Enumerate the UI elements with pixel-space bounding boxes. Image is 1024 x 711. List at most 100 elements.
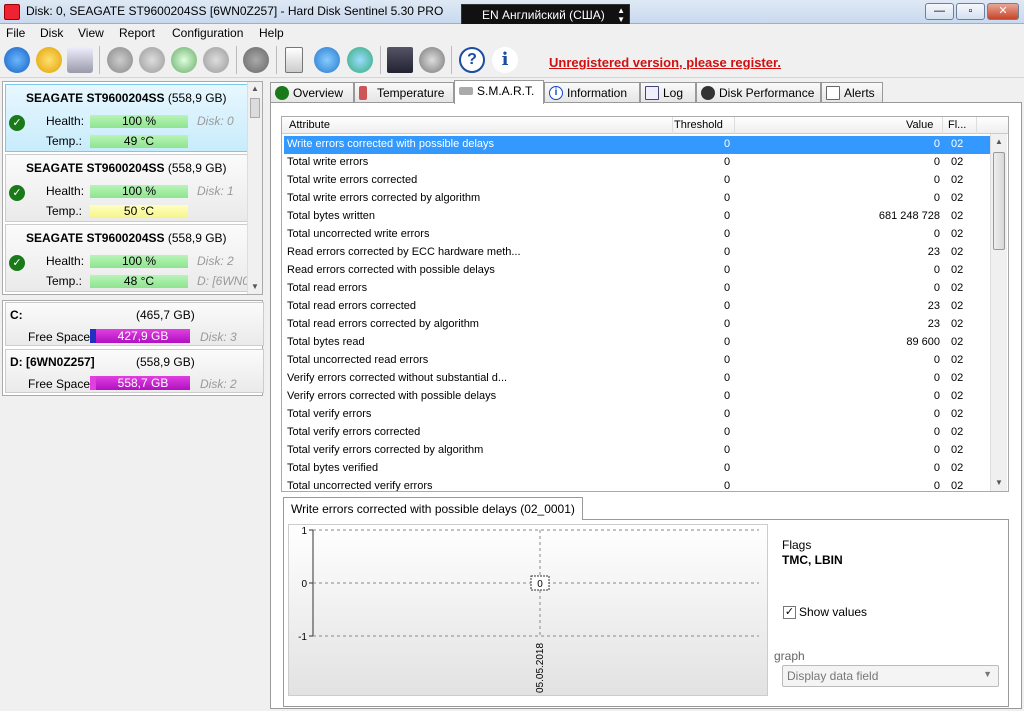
- disk-card-0[interactable]: SEAGATE ST9600204SS (558,9 GB) ✓ Health:…: [5, 84, 248, 152]
- show-values-checkbox[interactable]: ✓: [783, 606, 796, 619]
- info-icon: i: [549, 86, 563, 100]
- table-row[interactable]: Read errors corrected with possible dela…: [284, 262, 990, 280]
- table-row[interactable]: Total uncorrected write errors 0 0 02: [284, 226, 990, 244]
- threshold-cell: 0: [724, 138, 731, 150]
- header-attribute[interactable]: Attribute: [289, 119, 330, 131]
- menu-disk[interactable]: Disk: [40, 26, 63, 40]
- close-button[interactable]: ✕: [987, 3, 1019, 20]
- blob-icon[interactable]: [243, 47, 269, 73]
- scroll-thumb[interactable]: [250, 98, 260, 118]
- table-row[interactable]: Total write errors corrected by algorith…: [284, 190, 990, 208]
- info-icon[interactable]: i: [492, 47, 518, 73]
- scroll-up-icon[interactable]: ▲: [995, 137, 1003, 146]
- threshold-cell: 0: [724, 174, 731, 186]
- table-row[interactable]: Total uncorrected verify errors 0 0 02: [284, 478, 990, 492]
- disk-card-2[interactable]: SEAGATE ST9600204SS (558,9 GB) ✓ Health:…: [5, 224, 249, 292]
- table-row[interactable]: Read errors corrected by ECC hardware me…: [284, 244, 990, 262]
- table-row[interactable]: Total verify errors corrected 0 0 02: [284, 424, 990, 442]
- volume-card-c[interactable]: C: (465,7 GB) Free Space 427,9 GB Disk: …: [5, 302, 264, 346]
- report-icon[interactable]: [285, 47, 303, 73]
- temp-label: Temp.:: [46, 204, 83, 218]
- volume-disk-number: Disk: 2: [200, 377, 237, 391]
- header-divider: [976, 117, 977, 134]
- detail-tab[interactable]: Write errors corrected with possible del…: [283, 497, 583, 520]
- alert-icon[interactable]: [36, 47, 62, 73]
- free-space-bar: 427,9 GB: [90, 329, 190, 343]
- window-title: Disk: 0, SEAGATE ST9600204SS [6WN0Z257] …: [26, 4, 444, 18]
- network-icon[interactable]: [347, 47, 373, 73]
- scroll-down-icon[interactable]: ▼: [251, 282, 259, 291]
- tab-log[interactable]: Log: [640, 82, 696, 103]
- chart-icon[interactable]: [387, 47, 413, 73]
- minimize-button[interactable]: —: [925, 3, 954, 20]
- threshold-cell: 0: [724, 408, 731, 420]
- maximize-button[interactable]: ▫: [956, 3, 985, 20]
- table-row[interactable]: Total write errors 0 0 02: [284, 154, 990, 172]
- table-row[interactable]: Total uncorrected read errors 0 0 02: [284, 352, 990, 370]
- flags-cell: 02: [951, 480, 964, 492]
- disk-size: (558,9 GB): [167, 91, 227, 105]
- value-cell: 0: [933, 156, 940, 168]
- disk-name: SEAGATE ST9600204SS (558,9 GB): [26, 91, 227, 105]
- disk-list-scrollbar[interactable]: ▲ ▼: [247, 82, 262, 294]
- table-row[interactable]: Write errors corrected with possible del…: [284, 136, 990, 154]
- help-icon[interactable]: ?: [459, 47, 485, 73]
- tab-temperature[interactable]: Temperature: [354, 82, 454, 103]
- header-flags[interactable]: Fl...: [948, 119, 966, 131]
- table-row[interactable]: Total read errors corrected 0 23 02: [284, 298, 990, 316]
- x-axis-date-label: 05.05.2018: [535, 643, 546, 693]
- table-row[interactable]: Total verify errors corrected by algorit…: [284, 442, 990, 460]
- tab-overview[interactable]: Overview: [270, 82, 354, 103]
- graph-data-select[interactable]: Display data field ▼: [782, 665, 999, 687]
- volume-card-d[interactable]: D: [6WN0Z257] (558,9 GB) Free Space 558,…: [5, 349, 264, 393]
- tab-smart[interactable]: S.M.A.R.T.: [454, 80, 544, 104]
- tab-information[interactable]: i Information: [544, 82, 640, 103]
- refresh-icon[interactable]: [4, 47, 30, 73]
- speaker-icon[interactable]: [419, 47, 445, 73]
- menu-configuration[interactable]: Configuration: [172, 26, 243, 40]
- header-value[interactable]: Value: [906, 119, 933, 131]
- disk-info-icon[interactable]: [139, 47, 165, 73]
- threshold-cell: 0: [724, 354, 731, 366]
- table-row[interactable]: Verify errors corrected without substant…: [284, 370, 990, 388]
- disk-card-1[interactable]: SEAGATE ST9600204SS (558,9 GB) ✓ Health:…: [5, 154, 248, 222]
- language-bar[interactable]: EN Английский (США) ▲ ▼: [461, 4, 630, 26]
- scroll-thumb[interactable]: [993, 152, 1005, 250]
- sync-icon[interactable]: [314, 47, 340, 73]
- table-row[interactable]: Total write errors corrected 0 0 02: [284, 172, 990, 190]
- language-arrows-icon[interactable]: ▲ ▼: [617, 6, 625, 24]
- menu-report[interactable]: Report: [119, 26, 155, 40]
- scroll-down-icon[interactable]: ▼: [995, 478, 1003, 487]
- scroll-up-icon[interactable]: ▲: [251, 84, 259, 93]
- attribute-cell: Total write errors corrected: [287, 174, 418, 186]
- disk-number: Disk: 0: [197, 114, 234, 128]
- threshold-cell: 0: [724, 318, 731, 330]
- drive-icon[interactable]: [67, 47, 93, 73]
- table-row[interactable]: Total read errors 0 0 02: [284, 280, 990, 298]
- temp-bar: 48 °C: [90, 275, 188, 288]
- flags-cell: 02: [951, 282, 964, 294]
- table-row[interactable]: Total read errors corrected by algorithm…: [284, 316, 990, 334]
- table-row[interactable]: Total verify errors 0 0 02: [284, 406, 990, 424]
- show-values-label[interactable]: Show values: [799, 605, 867, 619]
- free-space-label: Free Space: [28, 330, 91, 344]
- tab-disk-performance[interactable]: Disk Performance: [696, 82, 821, 103]
- unregistered-link[interactable]: Unregistered version, please register.: [549, 55, 781, 70]
- table-row[interactable]: Total bytes verified 0 0 02: [284, 460, 990, 478]
- table-row[interactable]: Total bytes written 0 681 248 728 02: [284, 208, 990, 226]
- table-scrollbar[interactable]: ▲ ▼: [990, 134, 1007, 491]
- disk-check-icon[interactable]: [171, 47, 197, 73]
- header-threshold[interactable]: Threshold: [674, 119, 723, 131]
- menu-file[interactable]: File: [6, 26, 25, 40]
- menu-help[interactable]: Help: [259, 26, 284, 40]
- table-row[interactable]: Verify errors corrected with possible de…: [284, 388, 990, 406]
- disk-gray-icon[interactable]: [107, 47, 133, 73]
- flags-cell: 02: [951, 408, 964, 420]
- tab-alerts[interactable]: Alerts: [821, 82, 883, 103]
- app-icon[interactable]: [4, 4, 20, 20]
- disk-search-icon[interactable]: [203, 47, 229, 73]
- menu-view[interactable]: View: [78, 26, 104, 40]
- threshold-cell: 0: [724, 228, 731, 240]
- table-row[interactable]: Total bytes read 0 89 600 02: [284, 334, 990, 352]
- tab-label: Alerts: [844, 86, 875, 100]
